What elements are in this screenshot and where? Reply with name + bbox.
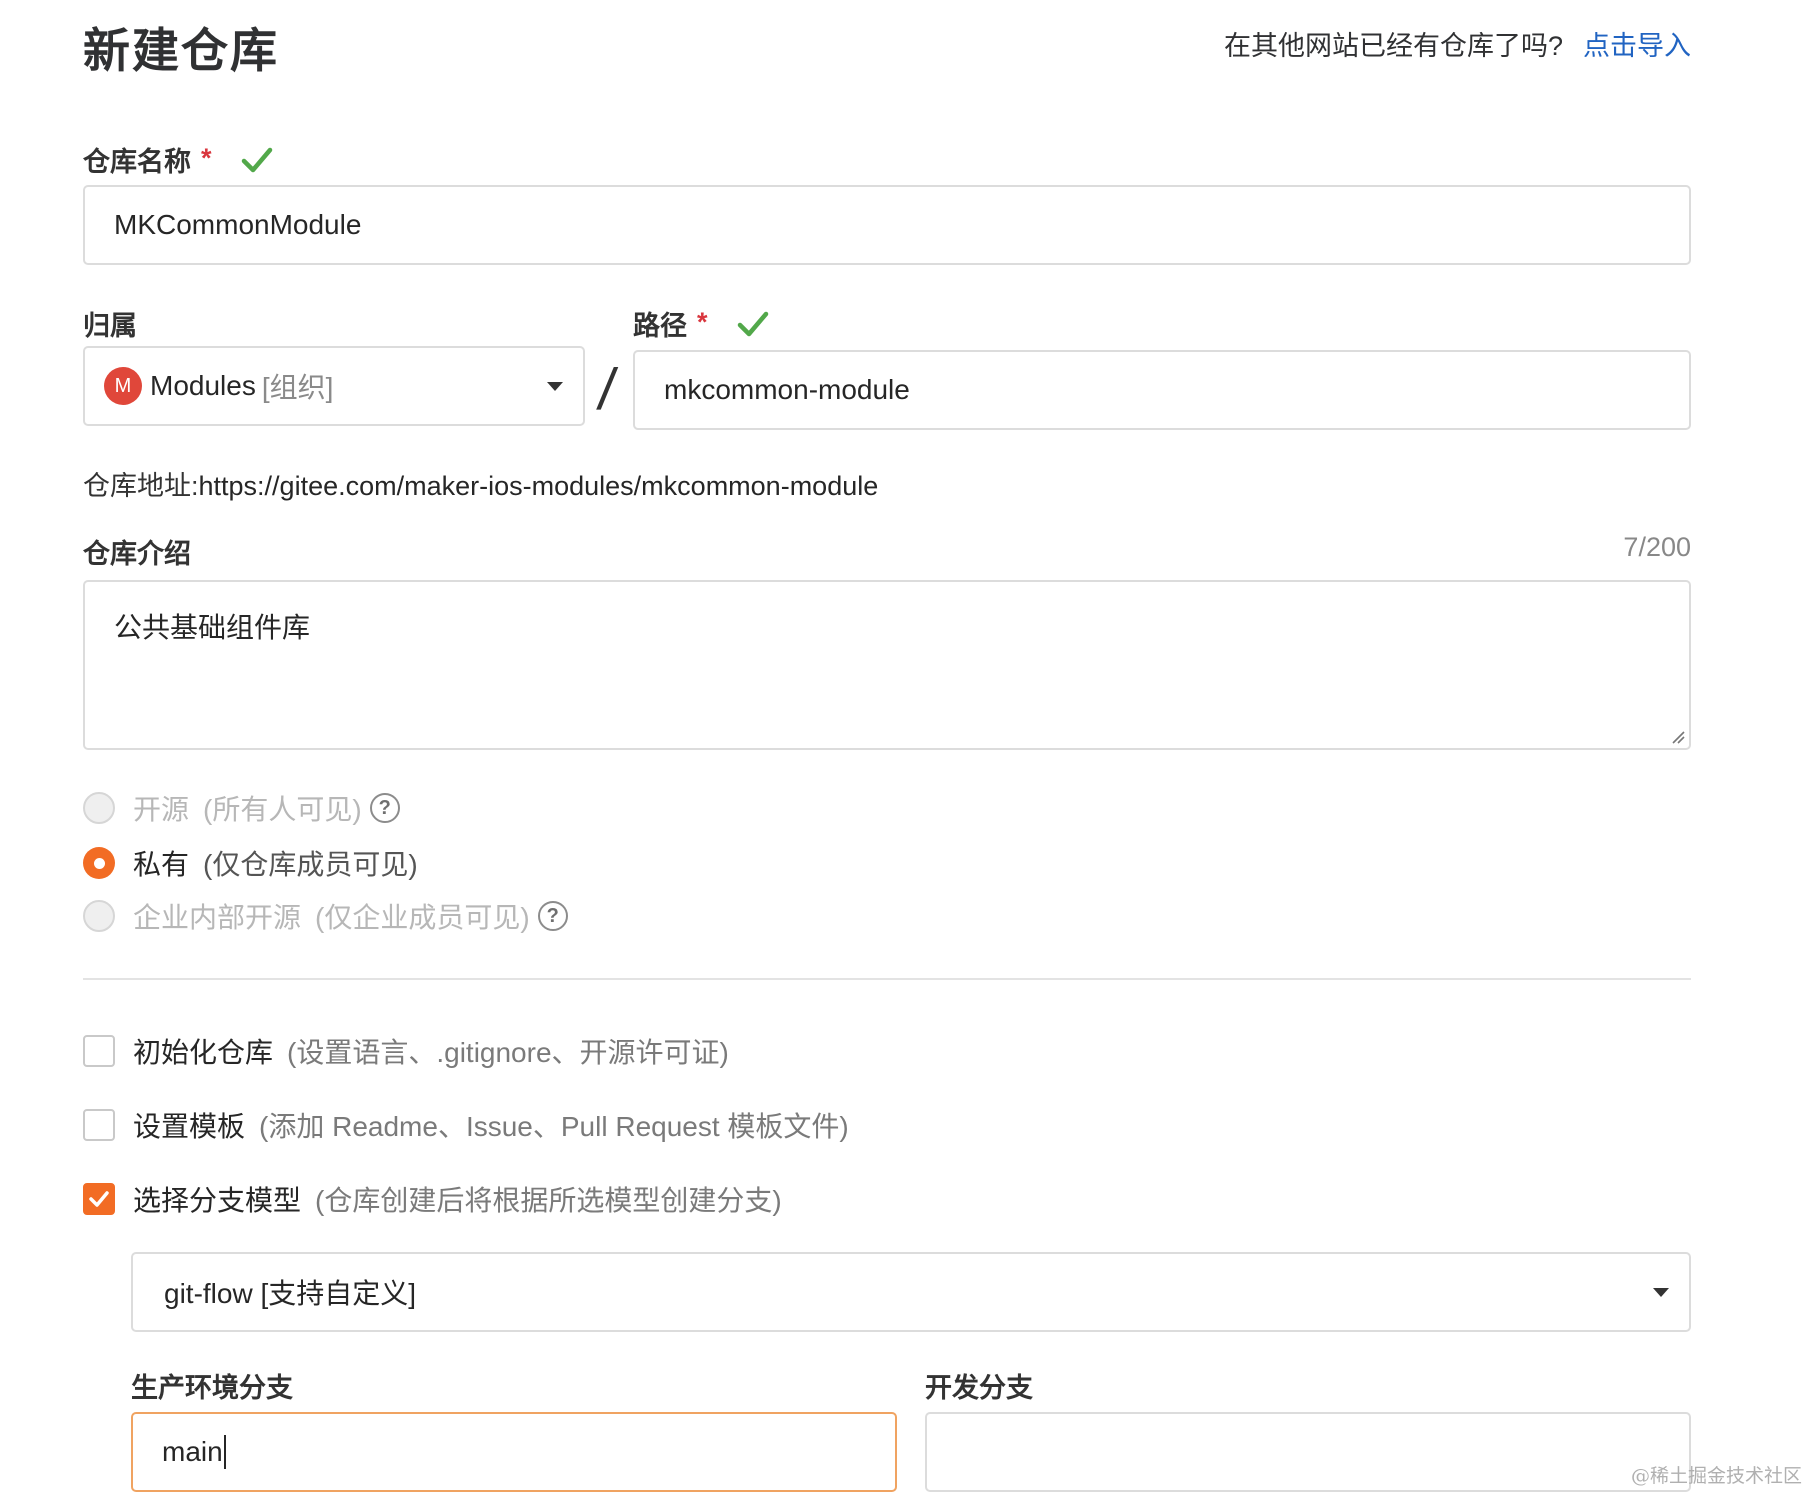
owner-select[interactable]: M Modules [组织] (83, 346, 585, 426)
visibility-private-sub: (仅仓库成员可见) (203, 849, 418, 880)
path-value: mkcommon-module (664, 374, 910, 405)
branch-model-select[interactable]: git-flow [支持自定义] (131, 1252, 1691, 1332)
import-prompt: 在其他网站已经有仓库了吗? (1223, 31, 1563, 61)
repo-name-input[interactable]: MKCommonModule (83, 185, 1691, 265)
description-value: 公共基础组件库 (114, 612, 311, 643)
init-repo-sub: (设置语言、.gitignore、开源许可证) (287, 1037, 729, 1068)
path-input[interactable]: mkcommon-module (633, 350, 1691, 430)
owner-org-name: Modules (150, 370, 256, 401)
check-icon (241, 147, 273, 173)
checkmark-icon (89, 1191, 109, 1207)
checkbox-branch-model[interactable] (83, 1183, 115, 1215)
templates-label: 设置模板 (133, 1111, 246, 1142)
templates-sub: (添加 Readme、Issue、Pull Request 模板文件) (259, 1111, 849, 1142)
radio-public[interactable] (83, 792, 115, 824)
visibility-private-label: 私有 (133, 849, 190, 880)
chevron-down-icon (1653, 1288, 1669, 1297)
chevron-down-icon (547, 382, 563, 391)
watermark: @稀土掘金技术社区 (1630, 1465, 1802, 1487)
visibility-option-internal[interactable]: 企业内部开源 (仅企业成员可见) ? (83, 896, 568, 936)
visibility-option-public[interactable]: 开源 (所有人可见) ? (83, 788, 400, 828)
required-mark: * (201, 143, 212, 173)
visibility-public-sub: (所有人可见) (203, 794, 362, 825)
radio-private[interactable] (83, 847, 115, 879)
development-branch-label: 开发分支 (925, 1373, 1033, 1403)
branch-model-sub: (仓库创建后将根据所选模型创建分支) (315, 1185, 782, 1216)
repo-address-label: 仓库地址: (83, 471, 199, 501)
path-label-text: 路径 (633, 311, 687, 341)
import-hint: 在其他网站已经有仓库了吗? 点击导入 (1224, 24, 1691, 63)
branch-model-value: git-flow [支持自定义] (164, 1278, 417, 1309)
resize-handle-icon[interactable] (1671, 730, 1685, 744)
repo-name-value: MKCommonModule (114, 209, 362, 240)
production-branch-label: 生产环境分支 (131, 1373, 293, 1403)
production-branch-value: main (162, 1436, 223, 1467)
help-icon[interactable]: ? (537, 901, 568, 931)
option-branch-model[interactable]: 选择分支模型 (仓库创建后将根据所选模型创建分支) (83, 1179, 782, 1219)
description-counter: 7/200 (1623, 532, 1691, 562)
repo-name-label-text: 仓库名称 (83, 147, 191, 177)
option-templates[interactable]: 设置模板 (添加 Readme、Issue、Pull Request 模板文件) (83, 1105, 849, 1145)
description-textarea[interactable]: 公共基础组件库 (83, 580, 1691, 750)
import-link[interactable]: 点击导入 (1583, 31, 1691, 61)
help-icon[interactable]: ? (369, 793, 400, 823)
production-branch-input[interactable]: main (131, 1412, 897, 1492)
check-icon (737, 311, 769, 337)
repo-address: 仓库地址:https://gitee.com/maker-ios-modules… (83, 464, 878, 503)
description-label: 仓库介绍 (83, 539, 191, 569)
path-separator: / (594, 357, 620, 422)
repo-name-label: 仓库名称 * (83, 140, 273, 179)
path-label: 路径 * (633, 304, 769, 343)
divider (83, 978, 1691, 980)
branch-model-label: 选择分支模型 (133, 1185, 302, 1216)
repo-address-url: https://gitee.com/maker-ios-modules/mkco… (198, 471, 879, 501)
avatar: M (104, 367, 142, 405)
visibility-internal-sub: (仅企业成员可见) (315, 902, 530, 933)
option-init-repo[interactable]: 初始化仓库 (设置语言、.gitignore、开源许可证) (83, 1031, 729, 1071)
radio-internal[interactable] (83, 900, 115, 932)
init-repo-label: 初始化仓库 (133, 1037, 274, 1068)
new-repo-page: 新建仓库 在其他网站已经有仓库了吗? 点击导入 仓库名称 * MKCommonMod… (83, 0, 1691, 1494)
text-cursor (223, 1435, 226, 1469)
checkbox-templates[interactable] (83, 1109, 115, 1141)
visibility-public-label: 开源 (133, 794, 190, 825)
page-title: 新建仓库 (83, 24, 279, 77)
visibility-internal-label: 企业内部开源 (133, 902, 302, 933)
development-branch-input[interactable] (925, 1412, 1691, 1492)
owner-label: 归属 (83, 311, 137, 341)
checkbox-init-repo[interactable] (83, 1035, 115, 1067)
visibility-option-private[interactable]: 私有 (仅仓库成员可见) (83, 843, 418, 883)
required-mark: * (697, 307, 708, 337)
owner-org-tag: [组织] (261, 372, 334, 403)
